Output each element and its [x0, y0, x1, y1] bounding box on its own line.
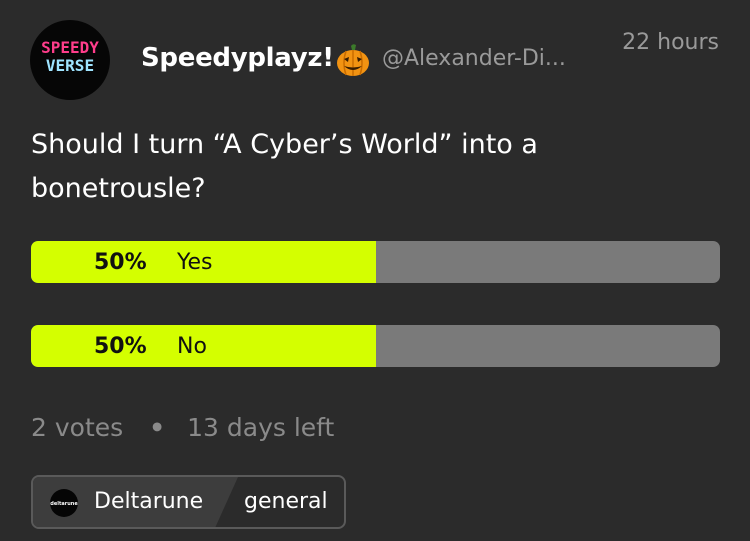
- community-icon-text: deltarune: [50, 501, 78, 507]
- poll-option-percent: 50%: [94, 334, 147, 359]
- poll-time-left: 13 days left: [187, 413, 335, 442]
- poll-option-percent: 50%: [94, 250, 147, 275]
- poll-question: Should I turn “A Cyber’s World” into a b…: [31, 129, 538, 204]
- author-avatar[interactable]: SPEEDY VERSE: [30, 20, 110, 100]
- meta-separator: •: [149, 413, 166, 442]
- poll-meta: 2 votes • 13 days left: [31, 413, 334, 442]
- author-name[interactable]: Speedyplayz!: [141, 43, 334, 73]
- deltarune-logo: deltarune: [50, 501, 78, 507]
- poll-option-label: No: [177, 334, 207, 359]
- community-name[interactable]: Deltarune: [94, 489, 203, 514]
- avatar-logo-top-text: SPEEDY: [41, 38, 99, 57]
- community-channel-chip[interactable]: deltarune Deltarune general: [31, 475, 346, 529]
- author-handle[interactable]: @Alexander-Di...: [382, 46, 566, 71]
- poll-option-label: Yes: [177, 250, 213, 275]
- community-icon: deltarune: [50, 489, 78, 517]
- channel-name[interactable]: general: [244, 489, 328, 514]
- speedyverse-logo: SPEEDY VERSE: [41, 38, 99, 75]
- poll-option-yes[interactable]: 50% Yes: [31, 241, 720, 283]
- avatar-logo-bottom-text: VERSE: [46, 56, 94, 75]
- poll-option-no[interactable]: 50% No: [31, 325, 720, 367]
- jack-o-lantern-icon: [337, 44, 369, 76]
- vote-count: 2 votes: [31, 413, 124, 442]
- post-timestamp: 22 hours: [622, 30, 719, 55]
